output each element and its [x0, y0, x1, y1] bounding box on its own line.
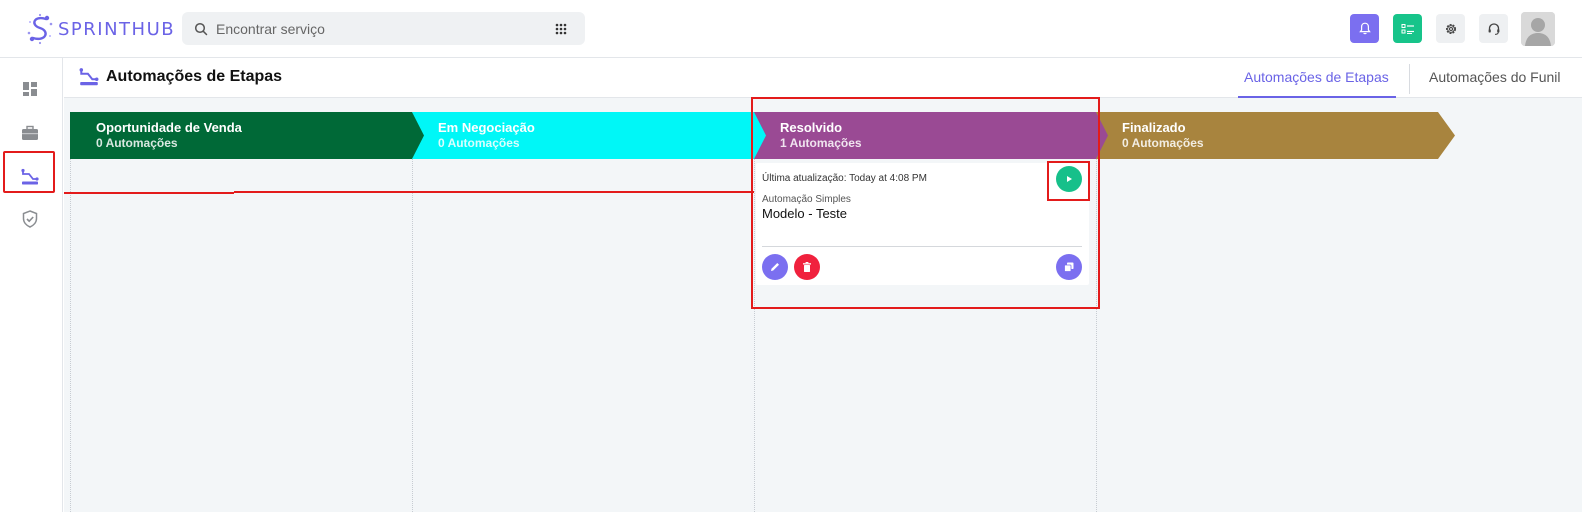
annotation-line — [234, 191, 754, 193]
headset-icon — [1488, 22, 1499, 35]
logo[interactable]: SPRINTHUB — [26, 12, 175, 46]
sidebar-item-security[interactable] — [17, 206, 43, 232]
sidebar-item-dashboard[interactable] — [17, 76, 43, 102]
tab-stage-automations[interactable]: Automações de Etapas — [1244, 69, 1389, 85]
stage-em-negociacao[interactable]: Em Negociação 0 Automações — [412, 112, 772, 159]
dashboard-icon — [23, 82, 37, 96]
gear-icon — [1445, 23, 1456, 34]
bell-icon — [1358, 22, 1371, 35]
apps-grid-icon[interactable] — [555, 23, 567, 35]
shield-check-icon — [22, 210, 38, 228]
stage-oportunidade-de-venda[interactable]: Oportunidade de Venda 0 Automações — [70, 112, 430, 159]
resolved-stage-highlight — [751, 97, 1100, 309]
search-input[interactable] — [216, 20, 536, 37]
stage-count: 0 Automações — [438, 136, 520, 150]
stage-name: Em Negociação — [438, 120, 535, 135]
tab-divider — [1409, 64, 1410, 94]
user-avatar-icon — [1521, 12, 1555, 46]
tasks-icon — [1401, 23, 1414, 34]
stage-name: Finalizado — [1122, 120, 1186, 135]
stage-count: 0 Automações — [1122, 136, 1204, 150]
search-icon — [194, 22, 208, 35]
sprinthub-logo-icon — [27, 13, 53, 45]
logo-text: SPRINTHUB — [58, 18, 176, 40]
sidebar — [0, 58, 63, 512]
column-divider — [70, 112, 71, 512]
tasks-button[interactable] — [1393, 14, 1422, 43]
page-title: Automações de Etapas — [106, 68, 283, 85]
stage-name: Oportunidade de Venda — [96, 120, 242, 135]
annotation-line — [64, 192, 234, 194]
top-bar: SPRINTHUB — [0, 0, 1582, 58]
support-button[interactable] — [1479, 14, 1508, 43]
play-button-highlight — [1047, 161, 1090, 201]
stage-finalizado[interactable]: Finalizado 0 Automações — [1096, 112, 1456, 159]
notifications-button[interactable] — [1350, 14, 1379, 43]
stage-count: 0 Automações — [96, 136, 178, 150]
page-header: Automações de Etapas Automações de Etapa… — [64, 58, 1582, 98]
sidebar-item-deals[interactable] — [17, 120, 43, 146]
search-bar[interactable] — [182, 12, 585, 45]
active-sidebar-highlight — [3, 151, 55, 193]
user-avatar[interactable] — [1521, 12, 1555, 46]
column-divider — [412, 112, 413, 512]
briefcase-icon — [22, 125, 38, 140]
settings-button[interactable] — [1436, 14, 1465, 43]
tab-funnel-automations[interactable]: Automações do Funil — [1429, 69, 1561, 85]
automation-icon — [79, 68, 99, 86]
